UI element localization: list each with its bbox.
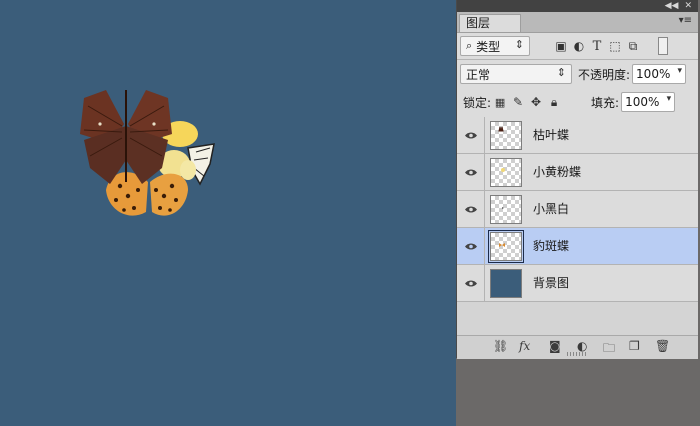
adjustment-filter-icon[interactable]: ◐ (570, 39, 588, 53)
layer-row[interactable]: 背景图 (457, 265, 698, 302)
document-canvas[interactable] (0, 0, 456, 426)
visibility-eye-icon[interactable] (457, 154, 485, 191)
lock-transparent-icon[interactable]: ▦ (491, 96, 509, 109)
tab-layers[interactable]: 图层 (459, 14, 521, 32)
lock-all-icon[interactable]: 🔒︎ (545, 95, 563, 110)
updown-arrow-icon: ⇕ (514, 38, 524, 51)
smart-object-filter-icon[interactable]: ⧉ (624, 39, 642, 54)
collapse-icon[interactable]: ◀◀ (665, 1, 679, 11)
layer-row-selected[interactable]: 豹斑蝶 (457, 228, 698, 265)
lock-paint-icon[interactable]: ✎ (509, 95, 527, 109)
group-icon[interactable]: 🗀︎ (603, 339, 615, 360)
layer-name[interactable]: 背景图 (533, 265, 569, 302)
kind-filter-select[interactable]: ⌕ 类型 ⇕ (460, 36, 530, 56)
panel-title-strip: ◀◀ ✕ (457, 0, 698, 12)
opacity-value: 100% (636, 67, 671, 81)
shape-filter-icon[interactable]: ⬚ (606, 39, 624, 53)
fill-label: 填充: (591, 95, 620, 110)
resize-grip[interactable] (567, 352, 587, 356)
adjustment-icon[interactable]: ◐ (577, 339, 587, 353)
fx-icon[interactable]: fx (519, 339, 530, 353)
image-filter-icon[interactable]: ▣ (552, 39, 570, 53)
chevron-down-icon[interactable]: ▾ (678, 66, 683, 76)
mask-icon[interactable]: ◙ (549, 339, 561, 353)
layer-thumbnail[interactable] (488, 230, 524, 263)
chevron-down-icon[interactable]: ▾ (667, 94, 672, 104)
blend-mode-select[interactable]: 正常 ⇕ (460, 64, 572, 84)
updown-arrow-icon: ⇕ (556, 66, 566, 79)
delete-icon[interactable]: 🗑︎ (655, 339, 670, 353)
layer-thumbnail[interactable] (490, 158, 522, 187)
layer-thumbnail[interactable] (490, 195, 522, 224)
panel-tab-bar: 图层 ▾≡ (457, 12, 698, 33)
layer-row[interactable]: 小黄粉蝶 (457, 154, 698, 191)
layer-thumbnail[interactable] (490, 269, 522, 298)
layers-panel: ◀◀ ✕ 图层 ▾≡ ⌕ 类型 ⇕ ▣ ◐ T ⬚ ⧉ 正常 ⇕ 不透明度: 1… (456, 0, 698, 360)
search-icon: ⌕ (466, 39, 473, 52)
filter-row: ⌕ 类型 ⇕ ▣ ◐ T ⬚ ⧉ (457, 34, 698, 58)
visibility-eye-icon[interactable] (457, 228, 485, 265)
lock-label: 锁定: (463, 95, 492, 110)
butterfly-composite-image (80, 90, 215, 216)
blend-row: 正常 ⇕ 不透明度: 100% ▾ (457, 63, 698, 85)
type-filter-icon[interactable]: T (588, 39, 606, 54)
fill-value: 100% (625, 95, 660, 109)
filter-toggle-icon[interactable] (658, 37, 668, 55)
layer-row[interactable]: 枯叶蝶 (457, 117, 698, 154)
layers-list: 枯叶蝶 小黄粉蝶 小黑白 豹斑蝶 背景图 (457, 117, 698, 335)
layer-row[interactable]: 小黑白 (457, 191, 698, 228)
layer-thumbnail[interactable] (490, 121, 522, 150)
fill-input[interactable]: 100% ▾ (621, 92, 676, 112)
opacity-input[interactable]: 100% ▾ (632, 64, 687, 84)
kind-filter-value: 类型 (476, 39, 501, 54)
layer-name[interactable]: 枯叶蝶 (533, 117, 569, 154)
layer-name[interactable]: 豹斑蝶 (533, 228, 569, 265)
visibility-eye-icon[interactable] (457, 191, 485, 228)
lock-row: 锁定: ▦ ✎ ✥ 🔒︎ 填充: 100% ▾ (457, 91, 698, 113)
opacity-label: 不透明度: (578, 67, 631, 82)
visibility-eye-icon[interactable] (457, 117, 485, 154)
new-layer-icon[interactable]: ❐ (629, 339, 640, 353)
link-icon[interactable]: ⛓ (493, 339, 508, 353)
lock-position-icon[interactable]: ✥ (527, 95, 545, 109)
visibility-eye-icon[interactable] (457, 265, 485, 302)
blend-mode-value: 正常 (466, 67, 491, 82)
layer-name[interactable]: 小黄粉蝶 (533, 154, 581, 191)
panel-menu-icon[interactable]: ▾≡ (679, 15, 692, 26)
layer-name[interactable]: 小黑白 (533, 191, 569, 228)
close-icon[interactable]: ✕ (684, 1, 692, 11)
